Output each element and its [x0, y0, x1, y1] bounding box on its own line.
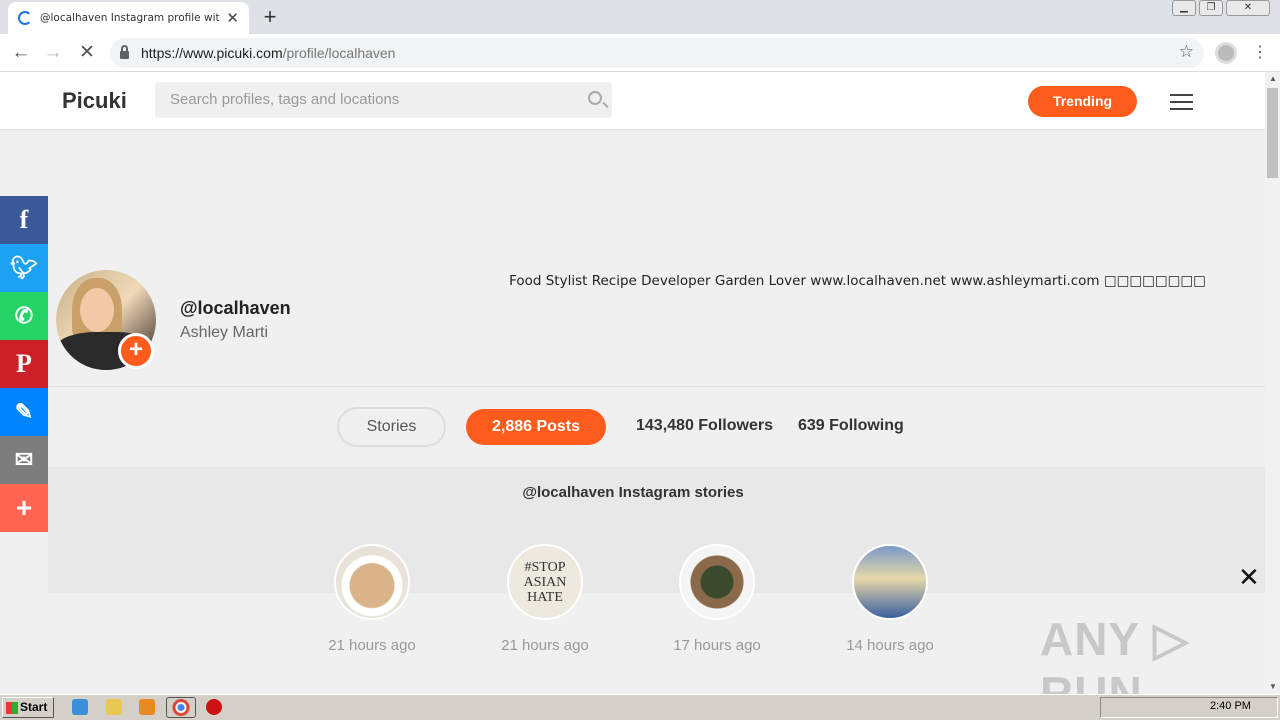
lock-icon: [120, 44, 129, 59]
account-avatar-icon[interactable]: [1215, 42, 1237, 64]
story-item[interactable]: 21 hours ago: [312, 544, 432, 654]
site-header: Picuki Search profiles, tags and locatio…: [0, 72, 1265, 129]
windows-logo-icon: [6, 702, 18, 714]
browser-menu-icon[interactable]: ⋮: [1252, 42, 1268, 64]
profile-bio: Food Stylist Recipe Developer Garden Lov…: [509, 273, 1206, 289]
story-time: 21 hours ago: [328, 637, 416, 654]
restore-button[interactable]: ❐: [1199, 0, 1223, 16]
facebook-share-icon[interactable]: f: [0, 196, 48, 244]
pinterest-share-icon[interactable]: P: [0, 340, 48, 388]
email-share-icon[interactable]: ✉: [0, 436, 48, 484]
story-time: 17 hours ago: [673, 637, 761, 654]
close-icon[interactable]: ✕: [1238, 564, 1260, 590]
browser-toolbar: ← → ✕ https://www.picuki.com/profile/loc…: [0, 34, 1280, 72]
posts-button[interactable]: 2,886 Posts: [466, 409, 606, 445]
story-thumbnail[interactable]: [679, 544, 755, 620]
stories-button[interactable]: Stories: [337, 407, 446, 447]
story-item[interactable]: #STOP ASIAN HATE 21 hours ago: [485, 544, 605, 654]
forward-button[interactable]: →: [40, 40, 66, 66]
twitter-share-icon[interactable]: 🐦︎: [0, 244, 48, 292]
browser-tab[interactable]: @localhaven Instagram profile with p ✕: [8, 2, 249, 34]
url-text: https://www.picuki.com/profile/localhave…: [141, 45, 396, 61]
story-thumbnail[interactable]: #STOP ASIAN HATE: [507, 544, 583, 620]
new-tab-button[interactable]: +: [260, 4, 280, 30]
search-placeholder: Search profiles, tags and locations: [170, 91, 400, 108]
social-share-bar: f 🐦︎ ✆ P ✎ ✉ +: [0, 196, 48, 532]
follow-plus-button[interactable]: +: [118, 333, 154, 369]
stop-loading-button[interactable]: ✕: [74, 40, 100, 66]
trending-button[interactable]: Trending: [1028, 86, 1137, 117]
start-button[interactable]: Start: [2, 697, 54, 718]
story-time: 21 hours ago: [501, 637, 589, 654]
story-item[interactable]: 14 hours ago: [830, 544, 950, 654]
clock: 2:40 PM: [1210, 700, 1251, 712]
story-time: 14 hours ago: [846, 637, 934, 654]
explorer-icon[interactable]: [106, 699, 122, 715]
back-button[interactable]: ←: [8, 40, 34, 66]
media-player-icon[interactable]: [139, 699, 155, 715]
story-item[interactable]: 17 hours ago: [657, 544, 777, 654]
system-tray: [1100, 697, 1278, 718]
scroll-down-icon[interactable]: ▼: [1269, 682, 1277, 691]
bookmark-star-icon[interactable]: ☆: [1179, 42, 1194, 62]
more-share-icon[interactable]: +: [0, 484, 48, 532]
chrome-icon[interactable]: [166, 697, 196, 718]
whatsapp-share-icon[interactable]: ✆: [0, 292, 48, 340]
scroll-up-icon[interactable]: ▲: [1269, 74, 1277, 83]
divider: [48, 386, 1265, 387]
profile-full-name: Ashley Marti: [180, 324, 269, 341]
site-logo[interactable]: Picuki: [62, 88, 127, 114]
ie-icon[interactable]: [72, 699, 88, 715]
tab-title: @localhaven Instagram profile with p: [40, 12, 221, 24]
browser-tab-bar: @localhaven Instagram profile with p ✕ +…: [0, 0, 1280, 34]
hamburger-menu-icon[interactable]: [1170, 94, 1193, 115]
followers-count[interactable]: 143,480 Followers: [636, 417, 773, 435]
scrollbar-thumb[interactable]: [1267, 88, 1278, 178]
window-controls: ▁ ❐ ✕: [1172, 0, 1270, 16]
following-count[interactable]: 639 Following: [798, 417, 904, 435]
stories-title: @localhaven Instagram stories: [522, 484, 744, 501]
tab-close-icon[interactable]: ✕: [226, 9, 239, 27]
search-input[interactable]: Search profiles, tags and locations: [155, 82, 612, 118]
search-icon[interactable]: [588, 91, 602, 105]
window-close-button[interactable]: ✕: [1226, 0, 1270, 16]
profile-username: @localhaven: [180, 298, 291, 318]
story-thumbnail[interactable]: [334, 544, 410, 620]
minimize-button[interactable]: ▁: [1172, 0, 1196, 16]
loading-spinner-icon: [18, 11, 32, 25]
taskbar: Start: [0, 694, 1280, 720]
antivirus-icon[interactable]: [206, 699, 222, 715]
story-thumbnail[interactable]: [852, 544, 928, 620]
messenger-share-icon[interactable]: ✎: [0, 388, 48, 436]
vertical-scrollbar[interactable]: ▲ ▼: [1265, 72, 1280, 693]
address-bar[interactable]: https://www.picuki.com/profile/localhave…: [110, 38, 1204, 68]
